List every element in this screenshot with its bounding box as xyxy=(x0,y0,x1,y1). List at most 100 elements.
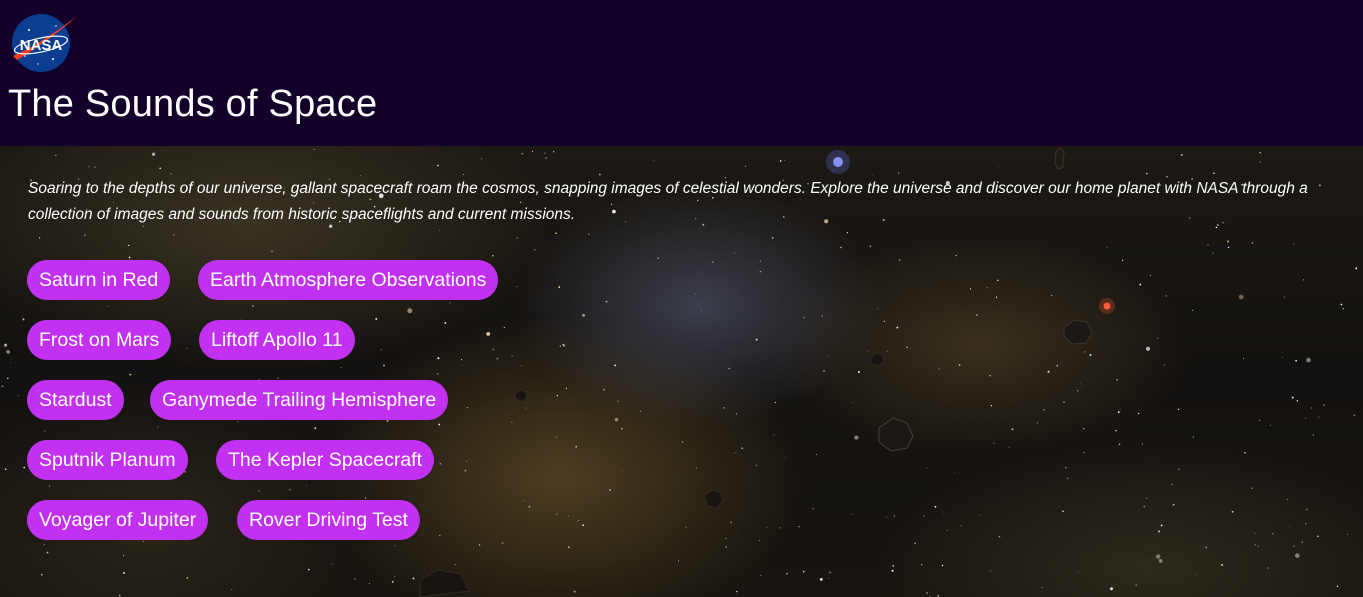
star xyxy=(277,377,279,379)
star xyxy=(478,544,481,546)
star xyxy=(558,286,561,288)
star xyxy=(1227,240,1229,243)
star xyxy=(556,513,558,515)
star xyxy=(544,152,546,154)
star xyxy=(534,249,536,251)
star xyxy=(1355,267,1358,270)
star xyxy=(766,527,768,529)
star xyxy=(1051,295,1053,297)
star xyxy=(896,326,899,329)
star xyxy=(1157,337,1159,339)
star xyxy=(439,534,441,537)
star xyxy=(466,406,469,409)
sound-button-liftoff-apollo-11[interactable]: Liftoff Apollo 11 xyxy=(199,320,355,360)
star xyxy=(891,569,894,572)
sound-button-rover-driving-test[interactable]: Rover Driving Test xyxy=(237,500,420,540)
star xyxy=(1353,414,1356,417)
star xyxy=(857,371,860,373)
star xyxy=(1306,357,1311,363)
sound-button-earth-atmosphere-observations[interactable]: Earth Atmosphere Observations xyxy=(198,260,499,300)
star xyxy=(1192,436,1195,438)
star xyxy=(252,304,254,307)
star xyxy=(107,305,109,307)
star xyxy=(1146,346,1150,351)
star xyxy=(1207,244,1209,246)
star xyxy=(1158,559,1163,563)
star xyxy=(1323,404,1325,406)
star xyxy=(738,534,740,536)
star xyxy=(436,372,439,375)
star xyxy=(552,150,555,153)
star xyxy=(1084,351,1086,353)
star xyxy=(784,160,786,161)
star xyxy=(798,525,800,528)
star xyxy=(565,387,567,389)
star xyxy=(1295,359,1297,362)
star xyxy=(893,514,896,517)
star xyxy=(1281,356,1283,358)
star xyxy=(555,232,557,235)
sound-button-frost-on-mars[interactable]: Frost on Mars xyxy=(27,320,172,360)
star xyxy=(759,260,762,262)
sound-button-the-kepler-spacecraft[interactable]: The Kepler Spacecraft xyxy=(216,440,435,480)
star xyxy=(733,252,736,254)
sound-button-saturn-in-red[interactable]: Saturn in Red xyxy=(27,260,171,300)
star xyxy=(516,237,519,239)
star xyxy=(657,257,659,259)
star xyxy=(462,174,464,175)
star xyxy=(898,259,901,261)
star xyxy=(1242,358,1244,359)
star xyxy=(1115,430,1117,432)
star xyxy=(954,471,956,473)
star xyxy=(1191,309,1194,312)
star xyxy=(986,287,988,289)
star xyxy=(1195,574,1197,576)
star xyxy=(556,436,558,438)
star xyxy=(867,350,869,352)
star xyxy=(1146,497,1148,499)
star xyxy=(1231,510,1234,513)
star xyxy=(1077,390,1079,392)
star xyxy=(307,568,310,571)
star xyxy=(567,546,570,548)
star xyxy=(934,505,937,508)
star xyxy=(314,427,317,430)
star xyxy=(990,404,993,407)
star xyxy=(4,468,7,471)
star xyxy=(368,583,370,585)
star xyxy=(681,441,684,443)
sound-button-sputnik-planum[interactable]: Sputnik Planum xyxy=(27,440,188,480)
star xyxy=(755,338,758,341)
star xyxy=(407,308,413,314)
star xyxy=(1296,399,1299,402)
nasa-logo[interactable]: NASA xyxy=(9,12,79,74)
star xyxy=(1041,586,1043,589)
sound-button-stardust[interactable]: Stardust xyxy=(27,380,124,420)
star xyxy=(1,385,4,388)
star xyxy=(258,490,260,492)
star xyxy=(1036,422,1038,424)
star xyxy=(237,420,239,423)
star xyxy=(639,410,641,412)
star xyxy=(995,296,998,298)
star xyxy=(723,407,725,409)
star xyxy=(1221,564,1223,566)
star xyxy=(1287,498,1289,500)
star xyxy=(394,545,396,547)
star xyxy=(989,374,991,377)
star xyxy=(700,271,702,273)
star xyxy=(462,364,463,366)
star xyxy=(465,460,467,462)
star xyxy=(142,540,145,543)
star xyxy=(937,595,940,597)
sound-button-ganymede-trailing-hemisphere[interactable]: Ganymede Trailing Hemisphere xyxy=(150,380,449,420)
star xyxy=(383,364,385,367)
star xyxy=(1106,247,1108,249)
star xyxy=(1066,477,1069,480)
star xyxy=(851,513,853,515)
sound-button-voyager-of-jupiter[interactable]: Voyager of Jupiter xyxy=(27,500,209,540)
star xyxy=(760,574,762,576)
star xyxy=(734,452,736,454)
asteroid xyxy=(869,352,885,367)
star xyxy=(492,348,495,351)
